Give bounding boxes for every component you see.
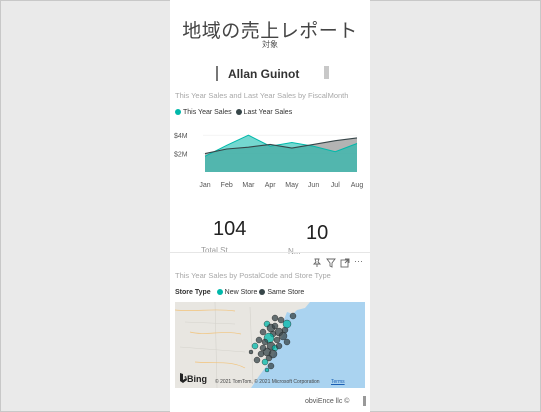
store-dot[interactable] xyxy=(275,342,283,350)
map-legend-title: Store Type xyxy=(175,289,211,296)
x-tick-label: May xyxy=(285,182,299,189)
map-title: This Year Sales by PostalCode and Store … xyxy=(175,271,331,280)
salesperson-name: Allan Guinot xyxy=(228,67,300,81)
report-subtitle: 対象 xyxy=(262,40,278,49)
store-dot[interactable] xyxy=(264,367,270,373)
x-tick-label: Feb xyxy=(221,182,233,189)
store-dot[interactable] xyxy=(271,322,279,330)
map-attribution: © 2021 TomTom, © 2021 Microsoft Corporat… xyxy=(215,379,320,385)
store-dot[interactable] xyxy=(282,319,292,329)
x-tick-label: Jan xyxy=(199,182,210,189)
filter-icon[interactable] xyxy=(326,258,336,268)
line-chart-legend: This Year Sales Last Year Sales xyxy=(175,109,292,116)
store-dot[interactable] xyxy=(248,349,254,355)
x-tick-label: Jul xyxy=(331,182,340,189)
x-tick-label: Jun xyxy=(308,182,319,189)
x-tick-label: Aug xyxy=(351,182,364,189)
store-dot[interactable] xyxy=(261,358,269,366)
store-dot[interactable] xyxy=(251,342,259,350)
y-tick-label: $4M xyxy=(174,133,188,140)
store-dot[interactable] xyxy=(283,338,291,346)
slicer-left-bar xyxy=(216,66,218,81)
legend-last-year-label: Last Year Sales xyxy=(243,109,293,116)
scrollbar-thumb[interactable] xyxy=(363,396,366,406)
legend-this-year-label: This Year Sales xyxy=(183,109,232,116)
store-map[interactable]: Bing © 2021 TomTom, © 2021 Microsoft Cor… xyxy=(175,302,365,388)
legend-dot-new-store xyxy=(216,289,223,296)
store-dot[interactable] xyxy=(271,314,279,322)
kpi-total-stores-label: Total St... xyxy=(201,246,235,255)
salesperson-slicer[interactable]: Allan Guinot xyxy=(216,64,329,84)
store-dot[interactable] xyxy=(268,349,278,359)
legend-same-store-label: Same Store xyxy=(267,289,305,296)
terms-link[interactable]: Terms xyxy=(331,379,345,385)
store-dot[interactable] xyxy=(289,312,297,320)
kpi-new-stores: 10 xyxy=(306,222,329,244)
store-dot[interactable] xyxy=(278,331,288,341)
store-dot[interactable] xyxy=(257,350,265,358)
sales-area-chart[interactable]: $4M $2M Jan Feb Mar Apr May Jun Jul Aug xyxy=(170,120,370,192)
visual-divider xyxy=(170,252,370,253)
x-tick-label: Apr xyxy=(265,182,277,189)
map-legend: Store Type New Store Same Store xyxy=(175,289,304,296)
store-dot[interactable] xyxy=(277,316,285,324)
focus-mode-icon[interactable] xyxy=(340,258,350,268)
legend-dot-last-year xyxy=(235,109,242,116)
x-tick-label: Mar xyxy=(242,182,255,189)
legend-new-store-label: New Store xyxy=(224,289,258,296)
mobile-report-canvas[interactable]: 地域の売上レポート 対象 Allan Guinot This Year Sale… xyxy=(170,0,370,412)
bing-label: Bing xyxy=(187,374,207,384)
slicer-scrollbar[interactable] xyxy=(324,66,329,79)
store-dot[interactable] xyxy=(253,356,261,364)
store-dot[interactable] xyxy=(259,344,267,352)
footer-credit: obviEnce llc © xyxy=(305,398,350,405)
store-dot[interactable] xyxy=(261,338,269,346)
kpi-total-stores: 104 xyxy=(213,218,247,240)
store-dot[interactable] xyxy=(255,336,263,344)
line-chart-title: This Year Sales and Last Year Sales by F… xyxy=(175,91,349,100)
store-dot[interactable] xyxy=(267,362,275,370)
legend-dot-same-store xyxy=(259,289,266,296)
more-options-icon[interactable]: ··· xyxy=(354,256,363,266)
y-tick-label: $2M xyxy=(174,152,188,159)
legend-dot-this-year xyxy=(175,109,181,116)
pin-icon[interactable] xyxy=(312,258,322,268)
store-dot[interactable] xyxy=(273,336,281,344)
store-dot[interactable] xyxy=(259,328,267,336)
